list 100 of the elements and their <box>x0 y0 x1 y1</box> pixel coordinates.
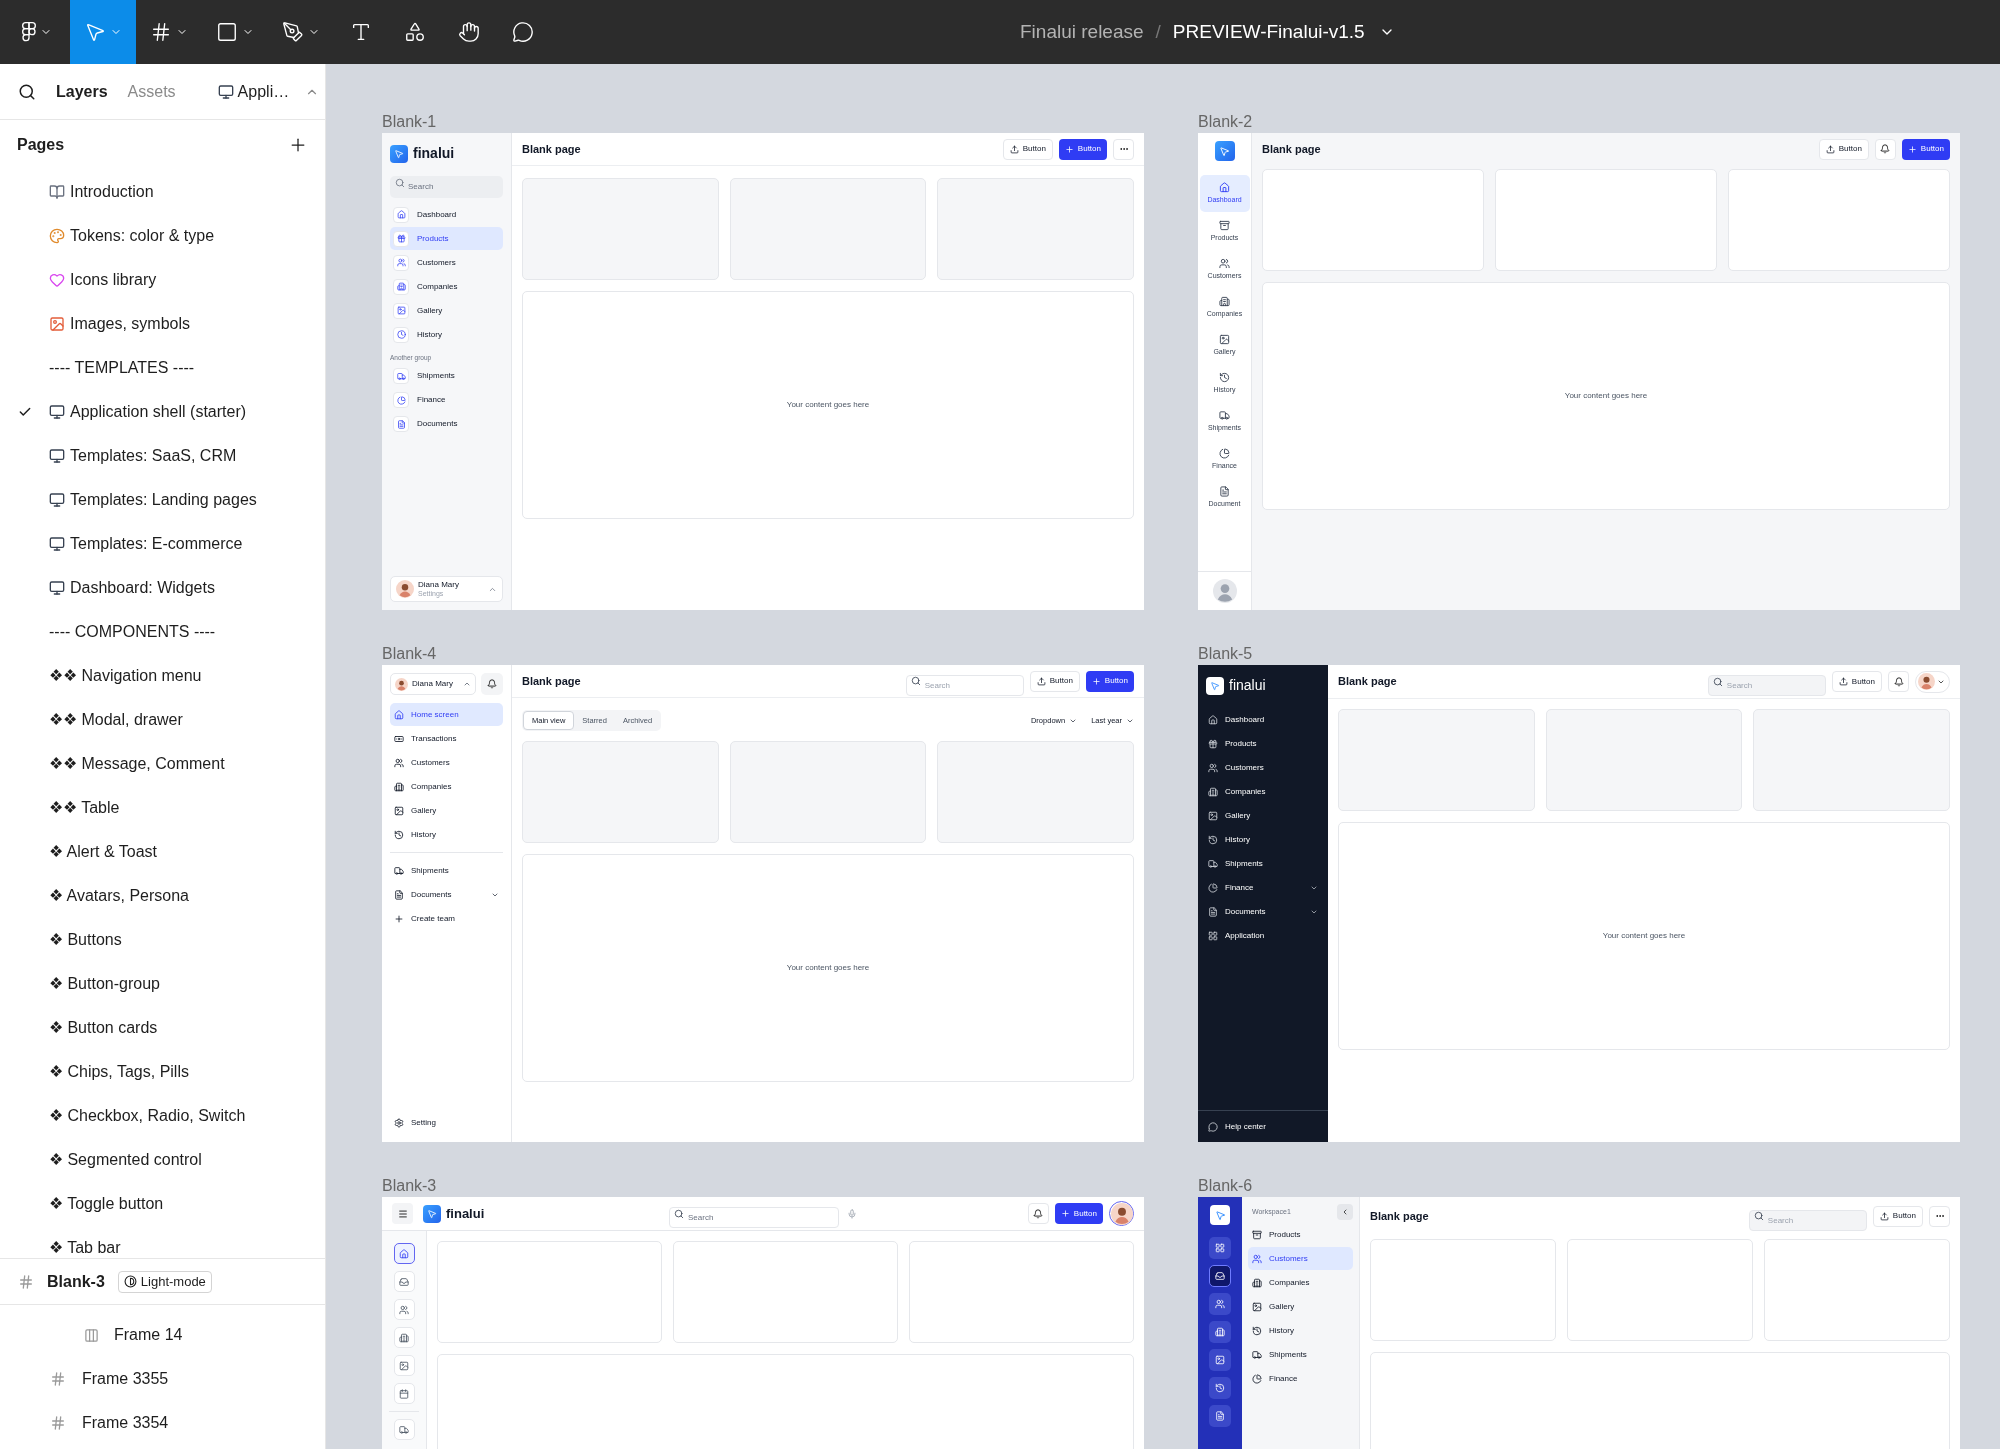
nav-item[interactable]: Gallery <box>1248 1295 1353 1318</box>
nav-item[interactable]: Customers <box>1206 756 1320 779</box>
menu-button[interactable] <box>392 1203 413 1224</box>
search-icon[interactable] <box>18 82 36 101</box>
nav-item[interactable]: Shipments <box>390 859 503 882</box>
nav-item[interactable]: Dashboard <box>390 203 503 226</box>
rail-button[interactable] <box>1209 1321 1231 1343</box>
nav-item[interactable]: Home screen <box>390 703 503 726</box>
upload-button[interactable]: Button <box>1029 670 1080 692</box>
page-item[interactable]: ❖ Buttons <box>0 918 325 962</box>
nav-item[interactable]: Companies <box>390 275 503 298</box>
page-item[interactable]: ❖❖ Table <box>0 786 325 830</box>
page-item[interactable]: ❖❖ Message, Comment <box>0 742 325 786</box>
search-field[interactable]: Search <box>1707 675 1826 696</box>
nav-item[interactable]: History <box>1248 1319 1353 1342</box>
upload-button[interactable]: Button <box>1872 1205 1923 1227</box>
nav-item[interactable]: Shipments <box>1206 852 1320 875</box>
page-item[interactable]: ❖ Button-group <box>0 962 325 1006</box>
page-item[interactable]: Tokens: color & type <box>0 214 325 258</box>
nav-item[interactable]: Shipments <box>1248 1343 1353 1366</box>
nav-item[interactable]: Dashboard <box>1206 708 1320 731</box>
nav-item[interactable]: Application <box>1206 924 1320 947</box>
rail-button[interactable] <box>1209 1377 1231 1399</box>
more-button[interactable] <box>1113 138 1134 160</box>
nav-item[interactable]: Customers <box>1248 1247 1353 1270</box>
nav-item[interactable]: Products <box>1248 1223 1353 1246</box>
nav-item[interactable]: Gallery <box>390 299 503 322</box>
page-item[interactable]: ❖ Checkbox, Radio, Switch <box>0 1094 325 1138</box>
page-item[interactable]: Templates: Landing pages <box>0 478 325 522</box>
upload-button[interactable]: Button <box>1002 138 1053 160</box>
search-field[interactable]: Search <box>1748 1209 1867 1231</box>
nav-item[interactable]: Products <box>1206 732 1320 755</box>
rail-button[interactable] <box>1209 1405 1231 1427</box>
rail-button[interactable] <box>1209 1265 1231 1287</box>
add-button[interactable]: Button <box>1085 670 1134 692</box>
nav-item[interactable]: Transactions <box>390 727 503 750</box>
page-item[interactable]: ❖ Chips, Tags, Pills <box>0 1050 325 1094</box>
rail-button[interactable] <box>1209 1237 1231 1259</box>
layer-item[interactable]: Frame 3355 <box>0 1357 325 1401</box>
nav-item[interactable]: Finance <box>1248 1367 1353 1390</box>
search-field[interactable]: Search <box>905 674 1024 696</box>
page-item[interactable]: Templates: E-commerce <box>0 522 325 566</box>
layer-item[interactable]: Frame 3354 <box>0 1401 325 1445</box>
page-item[interactable]: ---- COMPONENTS ---- <box>0 610 325 654</box>
add-button[interactable]: Button <box>1058 138 1107 160</box>
nav-item[interactable]: Documents <box>1206 900 1320 923</box>
page-item[interactable]: Icons library <box>0 258 325 302</box>
notifications-button[interactable] <box>481 673 503 695</box>
nav-item[interactable]: History <box>390 323 503 346</box>
rail-button[interactable] <box>1209 1349 1231 1371</box>
nav-item[interactable]: Gallery <box>390 799 503 822</box>
add-button[interactable]: Button <box>1901 138 1950 160</box>
rail-button[interactable] <box>1209 1293 1231 1315</box>
page-item[interactable]: Templates: SaaS, CRM <box>0 434 325 478</box>
nav-item[interactable]: Companies <box>1248 1271 1353 1294</box>
user-menu[interactable]: Diana Mary <box>390 673 476 695</box>
settings-item[interactable]: Setting <box>390 1111 503 1134</box>
page-item[interactable]: ❖❖ Modal, drawer <box>0 698 325 742</box>
page-item[interactable]: Introduction <box>0 170 325 214</box>
page-picker[interactable]: Appli… <box>217 79 320 104</box>
page-item[interactable]: ❖❖ Navigation menu <box>0 654 325 698</box>
page-item[interactable]: ❖ Avatars, Persona <box>0 874 325 918</box>
notifications-button[interactable] <box>1027 1203 1049 1224</box>
page-item[interactable]: Application shell (starter) <box>0 390 325 434</box>
nav-item[interactable]: Shipments <box>390 364 503 388</box>
nav-item[interactable]: History <box>1206 828 1320 851</box>
nav-item[interactable]: History <box>390 823 503 846</box>
notifications-button[interactable] <box>1888 671 1909 692</box>
nav-item[interactable]: Customers <box>390 751 503 774</box>
nav-item[interactable]: Finance <box>390 388 503 412</box>
upload-button[interactable]: Button <box>1831 671 1882 692</box>
page-item[interactable]: ❖ Button cards <box>0 1006 325 1050</box>
page-item[interactable]: ❖ Segmented control <box>0 1138 325 1182</box>
profile-button[interactable] <box>1109 1201 1134 1226</box>
more-button[interactable] <box>1929 1205 1950 1227</box>
nav-item[interactable]: Finance <box>1206 876 1320 899</box>
nav-item[interactable]: Products <box>390 227 503 250</box>
page-item[interactable]: Dashboard: Widgets <box>0 566 325 610</box>
notifications-button[interactable] <box>1874 138 1896 160</box>
nav-item[interactable]: Documents <box>390 883 503 906</box>
nav-item[interactable]: Gallery <box>1206 804 1320 827</box>
nav-item[interactable]: Documents <box>390 412 503 436</box>
page-item[interactable]: ❖ Tab bar <box>0 1226 325 1258</box>
search-field[interactable]: Search <box>390 175 503 198</box>
panel-tab[interactable]: Layers <box>56 79 108 104</box>
layer-item[interactable]: Frame 14 <box>0 1313 325 1357</box>
nav-item[interactable]: Companies <box>1206 780 1320 803</box>
upload-button[interactable]: Button <box>1818 138 1869 160</box>
nav-item[interactable]: Customers <box>390 251 503 274</box>
nav-item[interactable]: Create team <box>390 907 503 930</box>
add-button[interactable]: Button <box>1054 1203 1103 1224</box>
nav-item[interactable]: Companies <box>390 775 503 798</box>
page-item[interactable]: ❖ Toggle button <box>0 1182 325 1226</box>
search-field[interactable]: Search <box>669 1207 839 1228</box>
help-item[interactable]: Help center <box>1208 1120 1266 1133</box>
panel-tab[interactable]: Assets <box>127 79 176 104</box>
rail-button[interactable] <box>393 1243 415 1264</box>
file-name-button[interactable]: PREVIEW-Finalui-v1.5 <box>1172 17 1395 47</box>
page-item[interactable]: ---- TEMPLATES ---- <box>0 346 325 390</box>
page-item[interactable]: ❖ Alert & Toast <box>0 830 325 874</box>
